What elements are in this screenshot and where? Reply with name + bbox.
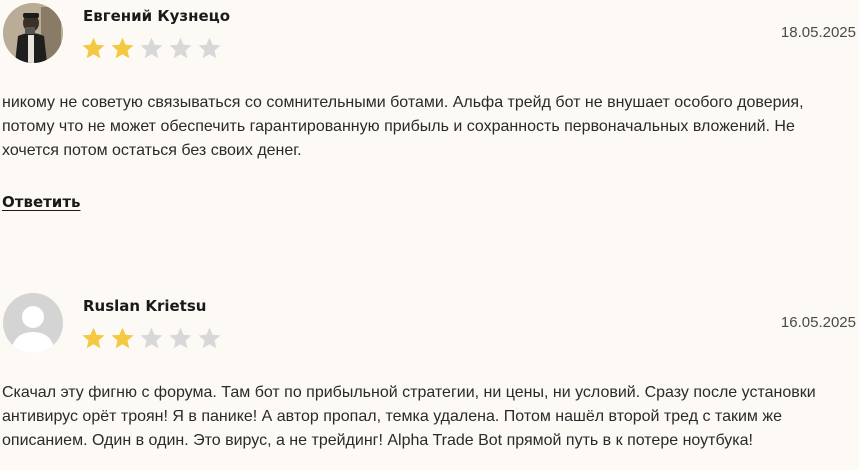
star-filled-icon [110, 36, 135, 60]
user-photo-icon [3, 3, 63, 63]
default-avatar-icon [3, 293, 63, 353]
star-empty-icon [197, 36, 222, 60]
star-rating [81, 326, 222, 350]
star-empty-icon [139, 326, 164, 350]
star-filled-icon [110, 326, 135, 350]
review-text: никому не советую связываться со сомните… [2, 94, 804, 159]
review-text: Скачал эту фигню с форума. Там бот по пр… [2, 384, 816, 449]
avatar[interactable] [3, 293, 63, 353]
star-empty-icon [197, 326, 222, 350]
review-date: 16.05.2025 [780, 314, 856, 331]
author-name: Евгений Кузнецо [83, 7, 231, 25]
avatar[interactable] [3, 3, 63, 63]
star-empty-icon [168, 36, 193, 60]
star-empty-icon [139, 36, 164, 60]
reply-link[interactable]: Ответить [2, 193, 81, 211]
star-filled-icon [81, 326, 106, 350]
author-name: Ruslan Krietsu [83, 297, 207, 315]
star-filled-icon [81, 36, 106, 60]
review-date: 18.05.2025 [780, 24, 856, 41]
star-rating [81, 36, 222, 60]
star-empty-icon [168, 326, 193, 350]
